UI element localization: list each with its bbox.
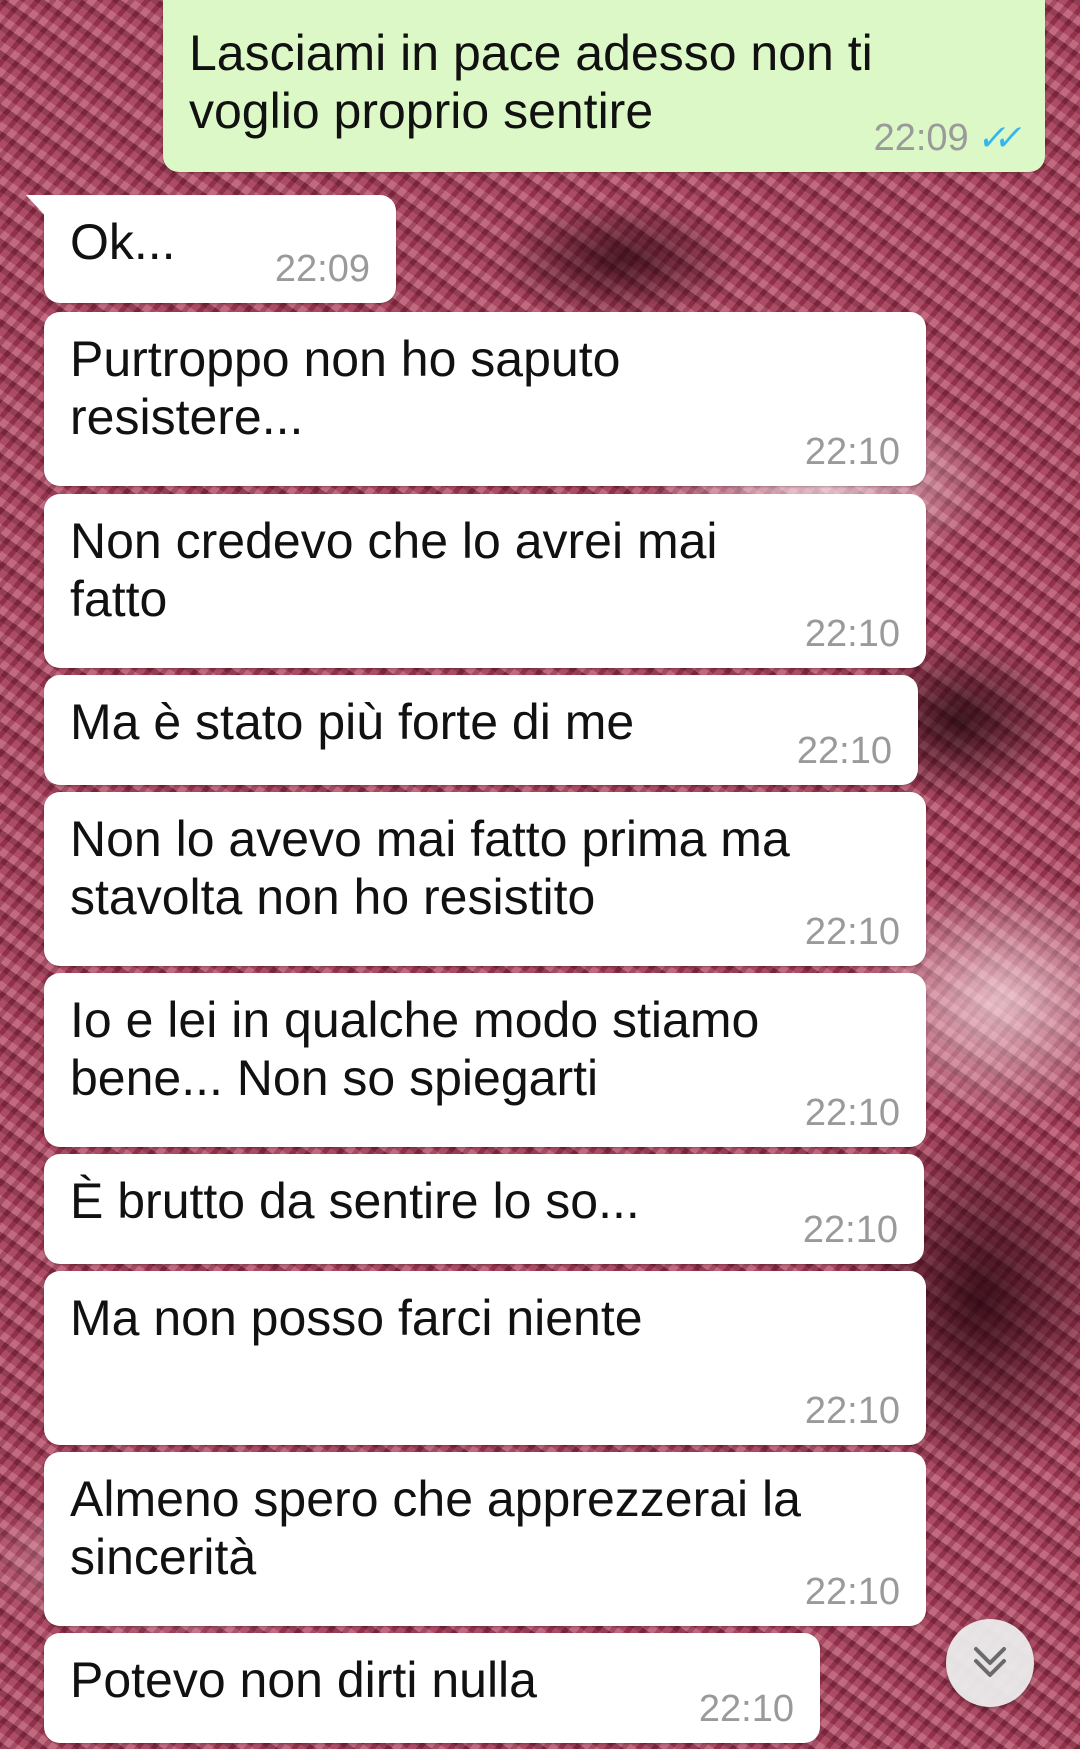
message-bubble-incoming[interactable]: Ok... 22:09 (26, 195, 396, 303)
message-time: 22:09 (274, 248, 370, 290)
message-time: 22:10 (804, 1390, 900, 1432)
message-text: Ma non posso farci niente (70, 1290, 643, 1346)
message-time: 22:10 (804, 613, 900, 655)
message-text: Purtroppo non ho saputo resistere... (70, 331, 621, 445)
message-text: Almeno spero che apprezzerai la sincerit… (70, 1471, 801, 1585)
message-text: Potevo non dirti nulla (70, 1652, 537, 1708)
message-bubble-incoming[interactable]: Purtroppo non ho saputo resistere... 22:… (44, 312, 926, 486)
message-text: Io e lei in qualche modo stiamo bene... … (70, 992, 760, 1106)
message-text: Non lo avevo mai fatto prima ma stavolta… (70, 811, 790, 925)
double-chevron-down-icon (974, 1647, 1006, 1677)
message-time: 22:10 (802, 1209, 898, 1251)
message-bubble-incoming[interactable]: Potevo non dirti nulla 22:10 (44, 1633, 820, 1743)
message-text: Ma è stato più forte di me (70, 694, 635, 750)
message-time: 22:10 (804, 1571, 900, 1613)
message-bubble-incoming[interactable]: Almeno spero che apprezzerai la sincerit… (44, 1452, 926, 1626)
message-bubble-incoming[interactable]: Ma è stato più forte di me 22:10 (44, 675, 918, 785)
message-text: È brutto da sentire lo so... (70, 1173, 640, 1229)
message-time: 22:10 (698, 1688, 794, 1730)
message-bubble-incoming[interactable]: È brutto da sentire lo so... 22:10 (44, 1154, 924, 1264)
message-time: 22:09 (873, 117, 969, 159)
message-meta: 22:09 ✓✓ (873, 117, 1019, 159)
message-bubble-incoming[interactable]: Non credevo che lo avrei mai fatto 22:10 (44, 494, 926, 668)
message-text: Non credevo che lo avrei mai fatto (70, 513, 718, 627)
message-bubble-incoming[interactable]: Ma non posso farci niente 22:10 (44, 1271, 926, 1445)
message-bubble-incoming[interactable]: Non lo avevo mai fatto prima ma stavolta… (44, 792, 926, 966)
message-time: 22:10 (796, 730, 892, 772)
message-time: 22:10 (804, 911, 900, 953)
message-time: 22:10 (804, 1092, 900, 1134)
message-bubble-incoming[interactable]: Io e lei in qualche modo stiamo bene... … (44, 973, 926, 1147)
message-time: 22:10 (804, 431, 900, 473)
message-bubble-outgoing[interactable]: Lasciami in pace adesso non ti voglio pr… (163, 0, 1045, 172)
scroll-to-bottom-button[interactable] (946, 1619, 1034, 1707)
double-check-read-icon: ✓✓ (975, 117, 1015, 158)
bubble-tail (26, 195, 50, 221)
